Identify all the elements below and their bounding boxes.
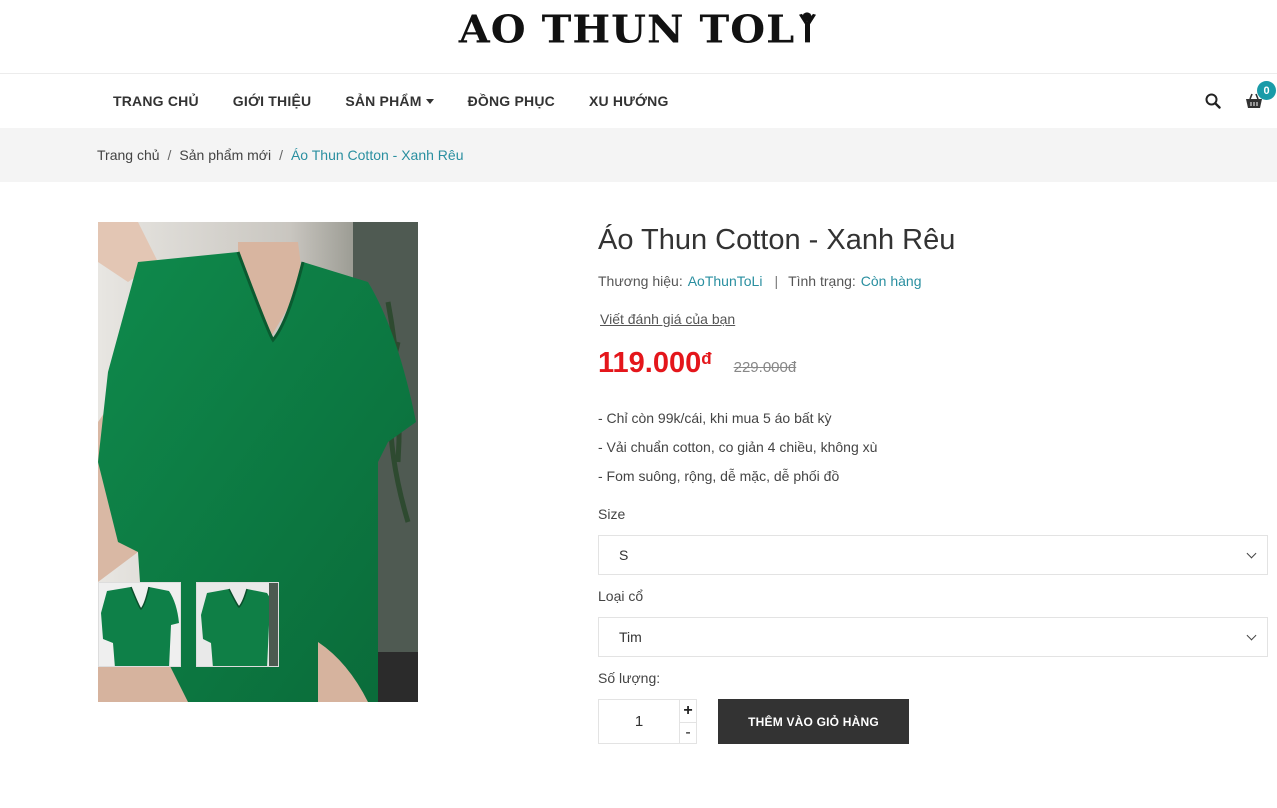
nav-icons: 0 xyxy=(1205,74,1276,128)
quantity-buttons: + - xyxy=(679,700,696,743)
current-price: 119.000đ xyxy=(598,347,712,380)
product-meta: Thương hiệu: AoThunToLi | Tình trạng: Cò… xyxy=(598,273,1268,289)
nav-item-home[interactable]: TRANG CHỦ xyxy=(96,93,216,109)
breadcrumb-home-link[interactable]: Trang chủ xyxy=(97,147,160,163)
cart-count-badge: 0 xyxy=(1257,81,1276,100)
product-gallery xyxy=(98,222,418,702)
size-selected-value: S xyxy=(619,547,629,563)
collar-selected-value: Tim xyxy=(619,629,642,645)
description-line: - Fom suông, rộng, dễ mặc, dễ phối đồ xyxy=(598,468,840,484)
site-logo[interactable]: AO THUN TOL xyxy=(459,7,818,52)
search-icon[interactable] xyxy=(1205,93,1221,109)
write-review-link[interactable]: Viết đánh giá của bạn xyxy=(598,311,735,327)
product-title: Áo Thun Cotton - Xanh Rêu xyxy=(598,224,956,256)
quantity-decrease-button[interactable]: - xyxy=(680,721,696,744)
old-price: 229.000đ xyxy=(733,359,797,376)
description-line: - Chỉ còn 99k/cái, khi mua 5 áo bất kỳ xyxy=(598,410,832,426)
product-description: - Chỉ còn 99k/cái, khi mua 5 áo bất kỳ -… xyxy=(598,410,1268,484)
quantity-label: Số lượng: xyxy=(598,670,661,686)
nav-item-products[interactable]: SẢN PHẨM xyxy=(328,93,450,109)
description-line: - Vải chuẩn cotton, co giản 4 chiều, khô… xyxy=(598,439,878,455)
nav-item-trends[interactable]: XU HƯỚNG xyxy=(572,93,686,109)
brand-link[interactable]: AoThunToLi xyxy=(688,273,763,289)
collar-select[interactable]: Tim xyxy=(598,617,1268,657)
nav-item-label: GIỚI THIỆU xyxy=(232,93,312,109)
product-thumbnail[interactable] xyxy=(98,582,181,667)
chevron-down-icon xyxy=(1246,630,1257,640)
price-row: 119.000đ 229.000đ xyxy=(598,347,1268,380)
quantity-stepper: + - xyxy=(598,699,697,744)
logo-figure-icon xyxy=(799,11,817,42)
chevron-down-icon xyxy=(1246,548,1257,558)
main-nav: TRANG CHỦ GIỚI THIỆU SẢN PHẨM ĐỒNG PHỤC … xyxy=(0,74,1277,128)
add-to-cart-button[interactable]: THÊM VÀO GIỎ HÀNG xyxy=(718,699,909,744)
breadcrumb-current: Áo Thun Cotton - Xanh Rêu xyxy=(290,147,464,163)
collar-label: Loại cổ xyxy=(598,588,644,604)
nav-item-about[interactable]: GIỚI THIỆU xyxy=(216,93,329,109)
product-info: Áo Thun Cotton - Xanh Rêu Thương hiệu: A… xyxy=(598,222,1268,744)
quantity-row: + - THÊM VÀO GIỎ HÀNG xyxy=(598,699,1268,744)
quantity-input[interactable] xyxy=(599,700,679,743)
product-thumbnails xyxy=(98,582,294,667)
meta-divider: | xyxy=(774,273,779,289)
nav-item-label: SẢN PHẨM xyxy=(345,93,422,109)
quantity-increase-button[interactable]: + xyxy=(680,700,696,722)
nav-item-label: ĐỒNG PHỤC xyxy=(467,93,555,109)
nav-item-label: TRANG CHỦ xyxy=(113,93,199,109)
status-label: Tình trạng: xyxy=(788,273,856,289)
size-label: Size xyxy=(598,506,626,522)
brand-label: Thương hiệu: xyxy=(598,273,683,289)
cart-button[interactable]: 0 xyxy=(1245,81,1276,109)
breadcrumb-category-link[interactable]: Sản phẩm mới xyxy=(179,147,271,163)
logo-text: AO THUN TOL xyxy=(458,7,796,52)
breadcrumb: Trang chủ / Sản phẩm mới / Áo Thun Cotto… xyxy=(0,128,1277,182)
price-currency: đ xyxy=(701,349,712,368)
product-thumbnail[interactable] xyxy=(196,582,279,667)
nav-item-uniform[interactable]: ĐỒNG PHỤC xyxy=(451,93,572,109)
header-logo-bar: AO THUN TOL xyxy=(0,0,1277,74)
price-value: 119.000 xyxy=(598,347,702,379)
caret-down-icon xyxy=(425,98,434,104)
breadcrumb-separator: / xyxy=(279,147,283,163)
nav-menu: TRANG CHỦ GIỚI THIỆU SẢN PHẨM ĐỒNG PHỤC … xyxy=(96,93,686,109)
stock-status: Còn hàng xyxy=(860,273,922,289)
size-select[interactable]: S xyxy=(598,535,1268,575)
nav-item-label: XU HƯỚNG xyxy=(588,93,669,109)
breadcrumb-separator: / xyxy=(167,147,172,163)
